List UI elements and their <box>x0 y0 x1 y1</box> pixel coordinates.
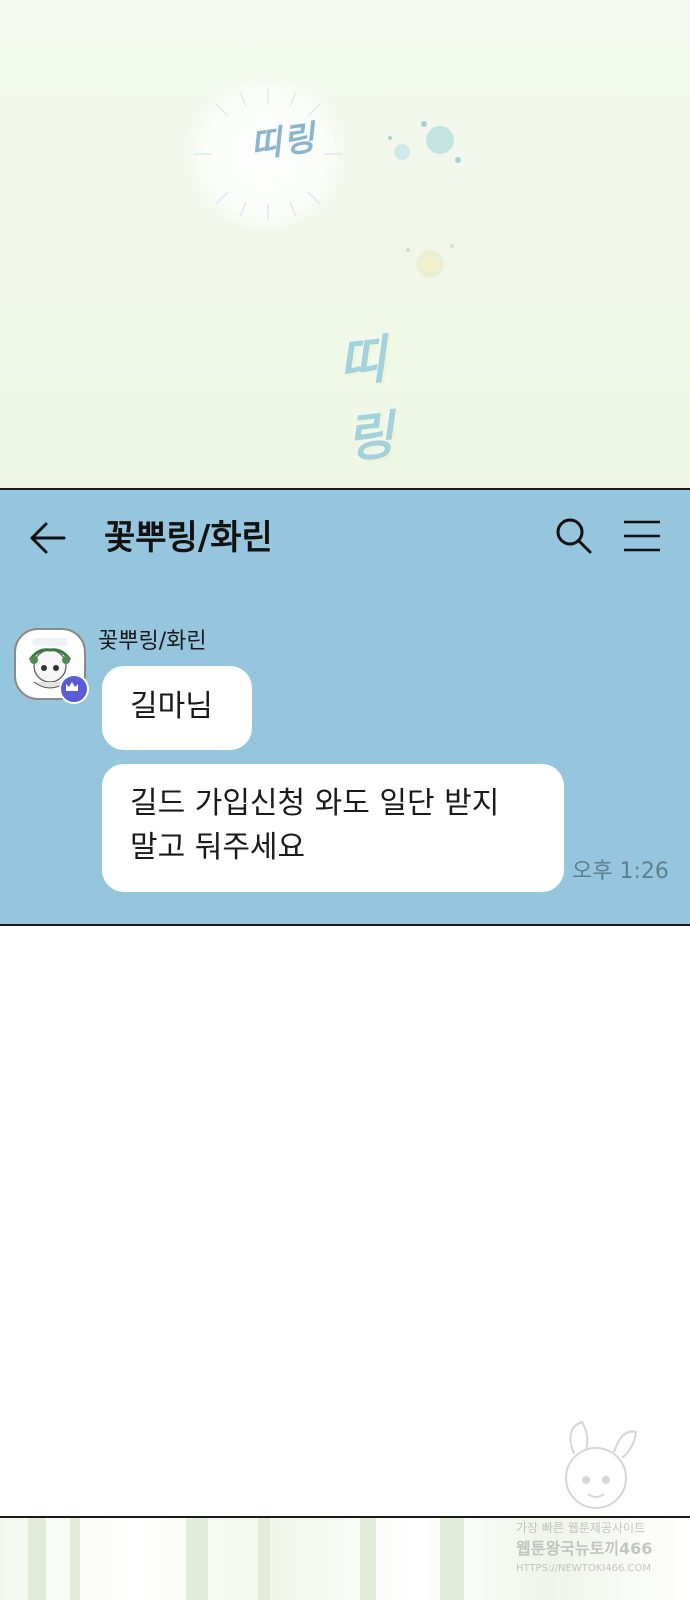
message-bubble[interactable]: 길마님 <box>102 666 252 750</box>
background-stalk <box>360 1518 376 1600</box>
splash-icon <box>388 121 461 163</box>
crown-badge <box>59 674 89 704</box>
message-timestamp: 오후 1:26 <box>572 859 669 884</box>
watermark-line: 웹툰왕국뉴토끼466 <box>516 1539 653 1558</box>
comic-panel-top: 띠링 띠링 <box>0 0 690 488</box>
sound-effect-bottom: 띠링 <box>335 328 399 471</box>
watermark-line: 가장 빠른 웹툰제공사이트 <box>516 1521 646 1535</box>
chat-header: 꽃뿌링/화린 <box>0 490 690 586</box>
splash-small-icon <box>406 244 454 278</box>
arrow-left-icon <box>30 522 66 554</box>
menu-button[interactable] <box>620 516 664 556</box>
message-text-line: 길드 가입신청 와도 일단 받지 <box>130 786 500 821</box>
chat-screen: 꽃뿌링/화린 꽃뿌링/화린 길마님 길드 가입신청 와도 일단 받지 말고 둬주… <box>0 488 690 926</box>
message-text: 길마님 <box>130 689 213 724</box>
message-text-line: 말고 둬주세요 <box>130 830 306 865</box>
sender-name: 꽃뿌링/화린 <box>98 629 207 654</box>
watermark-line: HTTPS://NEWTOKI466.COM <box>516 1563 651 1574</box>
crown-icon <box>66 682 78 691</box>
watermark: 가장 빠른 웹툰제공사이트 웹툰왕국뉴토끼466 HTTPS://NEWTOKI… <box>516 1418 662 1590</box>
chat-title: 꽃뿌링/화린 <box>104 518 273 558</box>
background-stalk <box>186 1518 208 1600</box>
background-stalk <box>440 1518 464 1600</box>
background-stalk <box>258 1518 270 1600</box>
message-bubble[interactable]: 길드 가입신청 와도 일단 받지 말고 둬주세요 <box>102 764 564 892</box>
search-icon <box>556 518 592 554</box>
back-button[interactable] <box>24 514 72 562</box>
background-stalk <box>70 1518 80 1600</box>
hamburger-menu-icon <box>624 520 660 552</box>
mascot-watermark-icon <box>565 1420 638 1509</box>
background-stalk <box>28 1518 46 1600</box>
search-button[interactable] <box>552 514 596 558</box>
